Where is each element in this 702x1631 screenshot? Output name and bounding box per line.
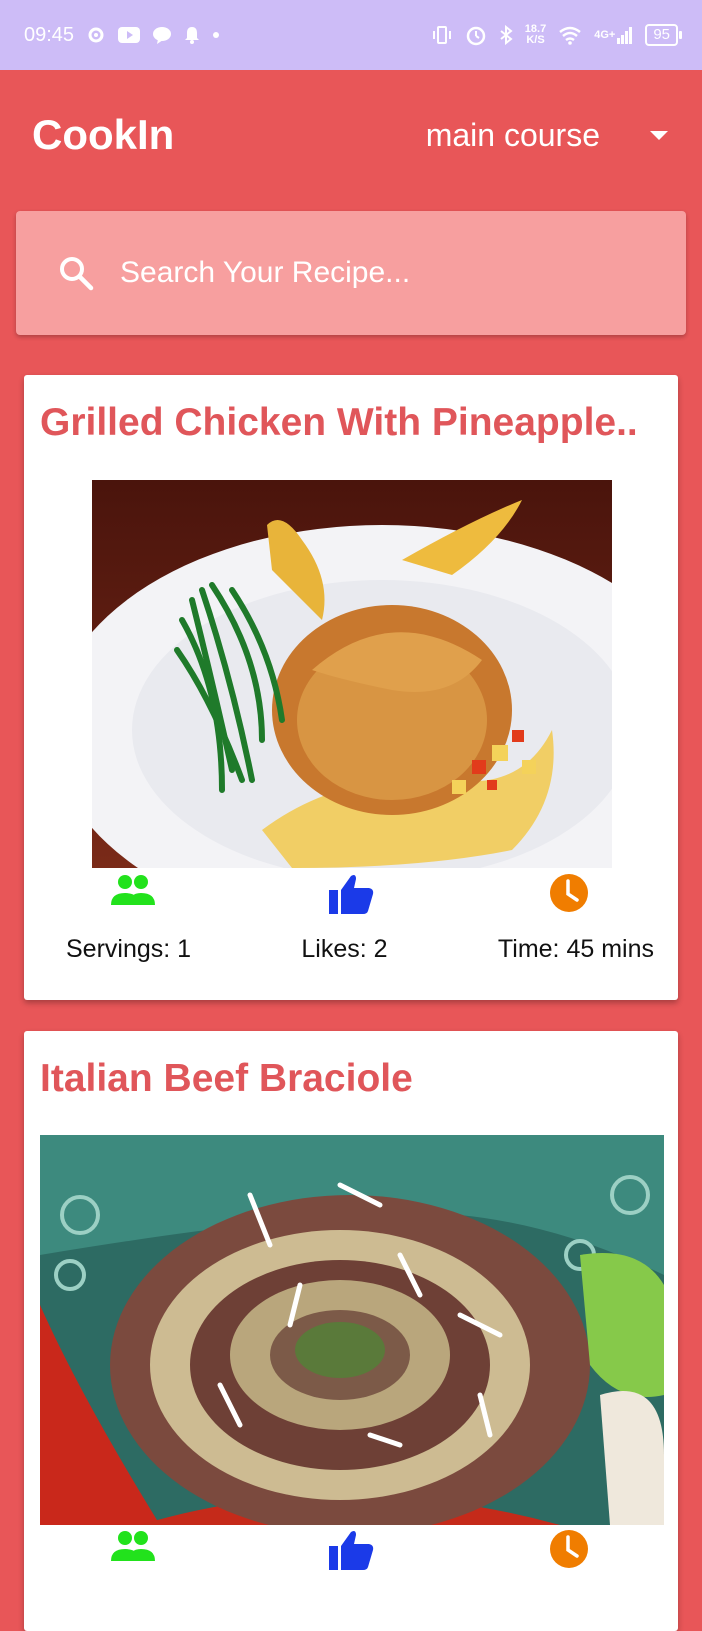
recipe-title: Grilled Chicken With Pineapple.. bbox=[40, 401, 638, 444]
battery-indicator: 95 bbox=[645, 24, 682, 46]
status-time: 09:45 bbox=[24, 23, 75, 46]
search-icon bbox=[58, 255, 94, 291]
app-title: CookIn bbox=[32, 111, 175, 158]
app-bar: CookIn main course bbox=[0, 70, 702, 200]
recipe-image[interactable] bbox=[92, 480, 612, 868]
thumbs-up-icon[interactable] bbox=[328, 873, 374, 920]
recipe-stats-text: Servings: 1 Likes: 2 Time: 45 mins bbox=[24, 935, 678, 964]
search-input[interactable] bbox=[120, 256, 620, 290]
status-bar: 09:45 18.7 K/S 4G+ 95 bbox=[0, 0, 702, 70]
recipe-card[interactable]: Grilled Chicken With Pineapple.. Serving… bbox=[24, 375, 678, 1000]
vibrate-status-icon bbox=[431, 25, 453, 45]
chat-status-icon bbox=[152, 26, 172, 44]
dot-status-icon bbox=[212, 31, 220, 39]
youtube-status-icon bbox=[118, 27, 141, 43]
recipe-image[interactable] bbox=[40, 1135, 664, 1525]
category-dropdown[interactable]: main course bbox=[426, 117, 670, 154]
servings-label: Servings: 1 bbox=[66, 935, 192, 963]
people-icon bbox=[110, 873, 156, 920]
category-selected-label: main course bbox=[425, 116, 600, 153]
settings-status-icon bbox=[86, 25, 106, 45]
recipe-stats-icons bbox=[24, 1529, 678, 1576]
bluetooth-status-icon bbox=[499, 25, 513, 45]
recipe-card[interactable]: Italian Beef Braciole bbox=[24, 1031, 678, 1631]
caret-down-icon bbox=[650, 130, 668, 140]
cell-signal-status-icon: 4G+ bbox=[594, 26, 633, 44]
time-label: Time: 45 mins bbox=[497, 935, 654, 963]
clock-icon bbox=[549, 873, 589, 920]
thumbs-up-icon[interactable] bbox=[328, 1529, 374, 1576]
clock-icon bbox=[549, 1529, 589, 1576]
wifi-status-icon bbox=[558, 25, 582, 45]
recipe-stats-icons bbox=[24, 873, 678, 920]
recipe-title: Italian Beef Braciole bbox=[40, 1057, 413, 1100]
network-speed: 18.7 K/S bbox=[524, 23, 547, 46]
bell-status-icon bbox=[184, 26, 200, 44]
alarm-status-icon bbox=[465, 24, 487, 46]
search-bar[interactable] bbox=[16, 211, 686, 335]
people-icon bbox=[110, 1529, 156, 1576]
likes-label: Likes: 2 bbox=[301, 935, 388, 963]
